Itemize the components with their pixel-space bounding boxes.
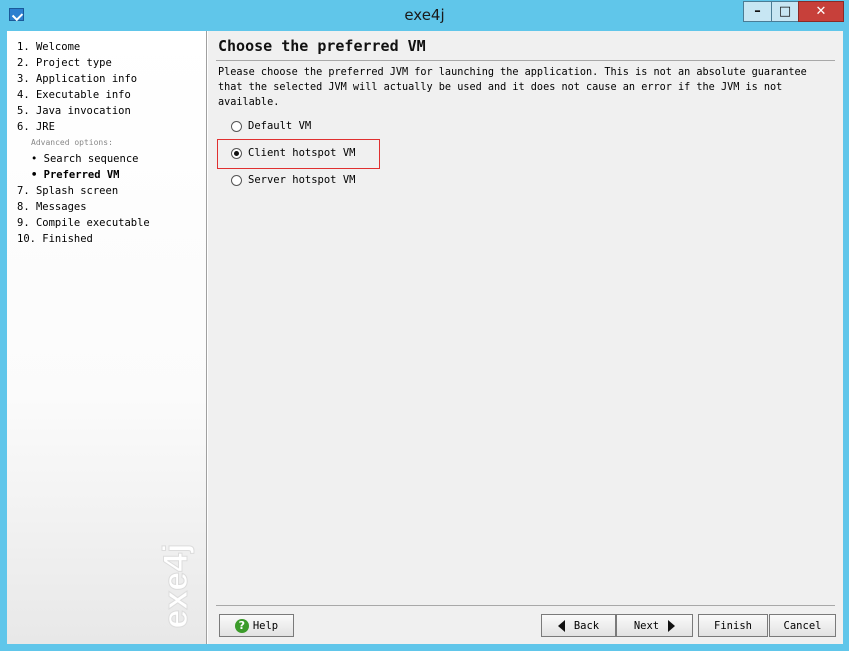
back-button-label: Back [573,619,600,632]
page-description: Please choose the preferred JVM for laun… [218,67,807,108]
step-executable-info: 4. Executable info [17,89,131,101]
step-list: 1. Welcome 2. Project type 3. Applicatio… [7,31,206,247]
finish-button[interactable]: Finish [698,614,768,637]
help-button-label: Help [252,619,279,632]
step-java-invocation: 5. Java invocation [17,105,131,117]
radio-default-vm[interactable]: Default VM [231,120,311,132]
step-application-info: 3. Application info [17,73,138,85]
radio-button-icon[interactable] [231,120,242,132]
radio-label: Server hotspot VM [248,174,356,186]
step-welcome: 1. Welcome [17,41,81,53]
radio-server-hotspot-vm[interactable]: Server hotspot VM [231,174,355,186]
finish-button-label: Finish [714,619,752,632]
minimize-button[interactable]: – [743,1,772,22]
maximize-icon: □ [778,4,792,19]
help-button[interactable]: ? Help [219,614,294,637]
help-icon: ? [234,618,249,633]
maximize-button[interactable]: □ [771,1,799,22]
installer-window: exe4j – □ ✕ 1. Welcome 2. Project type 3… [0,0,849,651]
footer-divider [216,605,835,606]
step-preferred-vm: • Preferred VM [31,169,120,181]
cancel-button-label: Cancel [783,619,822,632]
dialog-body: 1. Welcome 2. Project type 3. Applicatio… [7,31,843,644]
step-finished: 10. Finished [17,233,93,245]
step-jre: 6. JRE [17,121,55,133]
page-title: Choose the preferred VM [218,37,426,55]
radio-client-hotspot-vm[interactable]: Client hotspot VM [231,147,355,159]
radio-button-selected-icon[interactable] [231,147,242,159]
radio-button-icon[interactable] [231,174,242,186]
header-divider [216,60,835,61]
next-button-label: Next [633,619,660,632]
wizard-steps-sidebar: 1. Welcome 2. Project type 3. Applicatio… [7,31,207,644]
next-button[interactable]: Next [616,614,693,637]
close-button[interactable]: ✕ [798,1,844,22]
close-icon: ✕ [815,4,827,19]
advanced-options-label: Advanced options: [31,138,113,147]
minimize-icon: – [754,4,761,19]
step-project-type: 2. Project type [17,57,112,69]
step-search-sequence: • Search sequence [31,153,139,165]
step-compile-executable: 9. Compile executable [17,217,150,229]
step-splash-screen: 7. Splash screen [17,185,119,197]
window-title: exe4j [404,6,445,24]
cancel-button[interactable]: Cancel [769,614,836,637]
back-arrow-icon [557,619,565,632]
watermark-text: exe4j [157,543,195,628]
step-messages: 8. Messages [17,201,87,213]
main-panel: Choose the preferred VM Please choose th… [208,31,843,644]
radio-label: Client hotspot VM [248,147,356,159]
next-arrow-icon [668,619,676,632]
title-bar: exe4j – □ ✕ [0,0,849,30]
radio-label: Default VM [248,120,312,132]
back-button[interactable]: Back [541,614,616,637]
